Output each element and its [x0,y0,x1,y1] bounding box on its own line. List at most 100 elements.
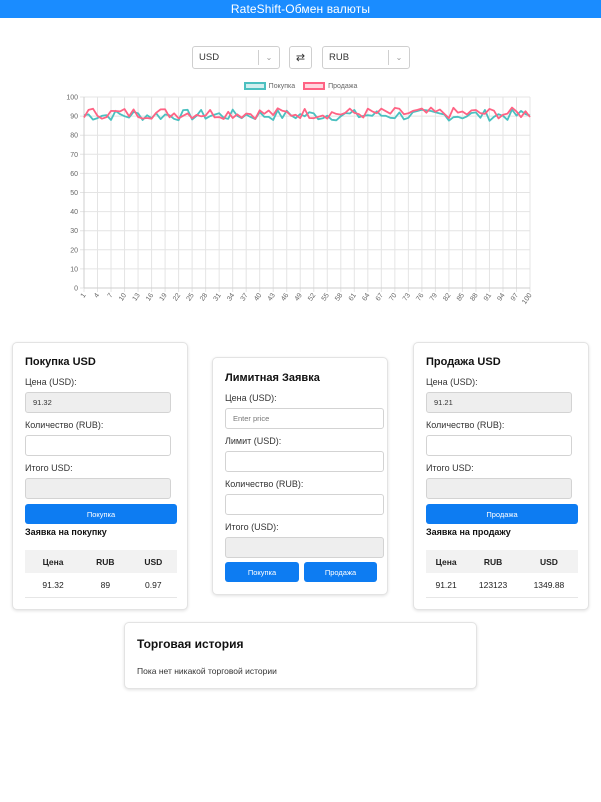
base-currency-value: USD [199,52,220,63]
column-header: Цена [25,550,82,573]
order-price: 91.21 [426,573,467,598]
sell-total-input[interactable] [426,478,572,499]
limit-qty-input[interactable] [225,494,384,515]
x-tick-label: 97 [510,292,520,302]
x-tick-label: 28 [199,292,209,302]
order-rub: 89 [81,573,130,598]
x-tick-label: 34 [226,292,236,302]
x-tick-label: 58 [334,292,344,302]
buy-qty-input[interactable] [25,435,171,456]
sell-title: Продажа USD [426,356,501,368]
quote-currency-select[interactable]: RUB ⌄ [322,46,410,69]
y-tick-label: 10 [70,266,78,273]
limit-price-label: Цена (USD): [225,393,277,403]
y-tick-label: 80 [70,133,78,140]
sell-orders-title: Заявка на продажу [426,527,511,537]
y-tick-label: 70 [70,152,78,159]
x-tick-label: 37 [240,292,250,302]
x-tick-label: 91 [483,292,493,302]
table-row[interactable]: 91.21 123123 1349.88 [426,573,578,598]
limit-price-input[interactable]: Enter price [225,408,384,429]
limit-qty-label: Количество (RUB): [225,479,304,489]
x-tick-label: 49 [294,292,304,302]
x-tick-label: 100 [521,292,533,306]
sell-qty-label: Количество (RUB): [426,420,505,430]
column-header: RUB [81,550,130,573]
buy-total-label: Итого USD: [25,463,73,473]
y-tick-label: 60 [70,171,78,178]
buy-button[interactable]: Покупка [25,504,177,524]
x-tick-label: 1 [80,292,88,299]
order-usd: 1349.88 [519,573,578,598]
sell-qty-input[interactable] [426,435,572,456]
buy-price-input[interactable]: 91.32 [25,392,171,413]
chevron-down-icon: ⌄ [395,53,403,62]
x-tick-label: 79 [429,292,439,302]
order-usd: 0.97 [129,573,177,598]
x-tick-label: 43 [267,292,277,302]
y-tick-label: 100 [66,95,78,102]
app-title: RateShift-Обмен валюты [230,2,371,16]
limit-title: Лимитная Заявка [225,372,320,384]
table-header-row: Цена RUB USD [25,550,177,573]
x-tick-label: 25 [186,292,196,302]
order-price: 91.32 [25,573,82,598]
y-tick-label: 90 [70,114,78,121]
table-header-row: Цена RUB USD [426,550,578,573]
buy-total-input[interactable] [25,478,171,499]
history-empty-text: Пока нет никакой торговой истории [137,666,277,676]
x-tick-label: 31 [213,292,223,302]
limit-order-card: Лимитная Заявка Цена (USD): Enter price … [212,357,388,595]
x-tick-label: 46 [280,292,290,302]
order-rub: 123123 [466,573,520,598]
x-tick-label: 7 [107,292,115,299]
y-tick-label: 0 [74,286,78,293]
table-row[interactable]: 91.32 89 0.97 [25,573,177,598]
chevron-down-icon: ⌄ [265,53,273,62]
sell-price-label: Цена (USD): [426,377,478,387]
limit-limit-input[interactable] [225,451,384,472]
buy-title: Покупка USD [25,356,96,368]
sell-total-label: Итого USD: [426,463,474,473]
limit-total-label: Итого (USD): [225,522,279,532]
x-tick-label: 67 [375,292,385,302]
sell-card: Продажа USD Цена (USD): 91.21 Количество… [413,342,589,610]
x-tick-label: 10 [118,292,128,302]
x-tick-label: 88 [469,292,479,302]
sell-button[interactable]: Продажа [426,504,578,524]
y-tick-label: 50 [70,190,78,197]
column-header: USD [519,550,578,573]
swap-arrows-icon: ⇄ [295,52,306,64]
sell-orders-table: Цена RUB USD 91.21 123123 1349.88 [426,550,578,598]
x-tick-label: 73 [402,292,412,302]
base-currency-select[interactable]: USD ⌄ [192,46,280,69]
y-tick-label: 40 [70,209,78,216]
x-tick-label: 16 [145,292,155,302]
limit-total-input[interactable] [225,537,384,558]
x-tick-label: 76 [415,292,425,302]
x-tick-label: 52 [307,292,317,302]
quote-currency-value: RUB [329,52,350,63]
x-tick-label: 70 [388,292,398,302]
x-tick-label: 61 [348,292,358,302]
x-tick-label: 22 [172,292,182,302]
buy-orders-table: Цена RUB USD 91.32 89 0.97 [25,550,177,598]
history-title: Торговая история [137,637,244,651]
buy-card: Покупка USD Цена (USD): 91.32 Количество… [12,342,188,610]
x-tick-label: 40 [253,292,263,302]
swap-currencies-button[interactable]: ⇄ [289,46,312,69]
x-tick-label: 55 [321,292,331,302]
limit-limit-label: Лимит (USD): [225,436,282,446]
sell-price-input[interactable]: 91.21 [426,392,572,413]
x-tick-label: 82 [442,292,452,302]
x-tick-label: 4 [93,292,101,299]
column-header: RUB [466,550,520,573]
buy-qty-label: Количество (RUB): [25,420,104,430]
exchange-rate-chart: 01020304050607080901001 4 7 10 13 16 19 22 25 28 3… [66,95,533,306]
limit-buy-button[interactable]: Покупка [225,562,299,582]
limit-sell-button[interactable]: Продажа [304,562,377,582]
x-tick-label: 94 [496,292,506,302]
x-tick-label: 64 [361,292,371,302]
y-tick-label: 30 [70,228,78,235]
buy-orders-title: Заявка на покупку [25,527,107,537]
